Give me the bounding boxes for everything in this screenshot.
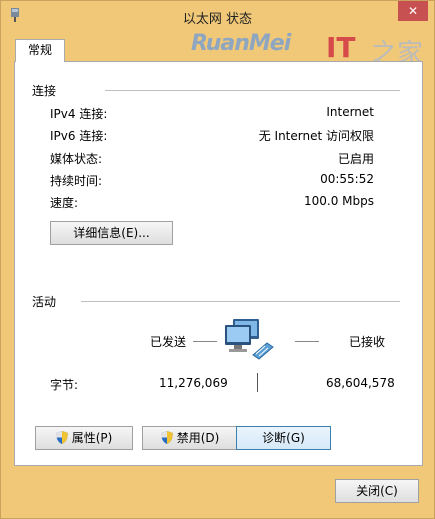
general-panel: 连接 IPv4 连接: Internet IPv6 连接: 无 Internet… <box>14 61 423 466</box>
connection-divider <box>105 90 400 91</box>
received-label: 已接收 <box>349 335 386 349</box>
tab-general[interactable]: 常规 <box>15 39 65 62</box>
media-state-label: 媒体状态: <box>50 152 103 166</box>
ipv6-value: 无 Internet 访问权限 <box>258 129 374 143</box>
uac-shield-icon <box>160 431 173 444</box>
ipv4-label: IPv4 连接: <box>50 107 108 121</box>
ipv4-value: Internet <box>326 105 374 119</box>
diagnose-button[interactable]: 诊断(G) <box>236 426 331 450</box>
details-button[interactable]: 详细信息(E)... <box>50 221 173 245</box>
watermark-it: IT <box>326 31 356 64</box>
title-bar[interactable]: 以太网 状态 ✕ <box>1 1 434 31</box>
connection-heading: 连接 <box>32 84 57 98</box>
sent-dash <box>193 341 217 342</box>
network-computer-icon <box>225 319 274 360</box>
bytes-label: 字节: <box>50 378 79 392</box>
bytes-sent-value: 11,276,069 <box>159 376 228 390</box>
disable-button[interactable]: 禁用(D) <box>142 426 238 450</box>
duration-label: 持续时间: <box>50 174 103 188</box>
properties-button[interactable]: 属性(P) <box>35 426 133 450</box>
close-button[interactable]: 关闭(C) <box>335 479 419 503</box>
bytes-divider <box>257 373 258 392</box>
window-title: 以太网 状态 <box>182 12 253 27</box>
received-dash <box>295 341 319 342</box>
bytes-received-value: 68,604,578 <box>326 376 395 390</box>
activity-divider <box>81 301 400 302</box>
watermark-ruanmei: RuanMei <box>191 31 291 56</box>
activity-heading: 活动 <box>32 295 57 309</box>
duration-value: 00:55:52 <box>320 172 374 186</box>
properties-label: 属性(P) <box>71 431 113 445</box>
disable-label: 禁用(D) <box>176 431 220 445</box>
window-close-button[interactable]: ✕ <box>398 1 428 21</box>
sent-label: 已发送 <box>150 335 187 349</box>
media-state-value: 已启用 <box>337 152 374 166</box>
uac-shield-icon <box>55 431 68 444</box>
status-window: 以太网 状态 ✕ RuanMei 软媒 IT 之家 www.ithome.com… <box>0 0 435 519</box>
speed-value: 100.0 Mbps <box>303 194 374 208</box>
speed-label: 速度: <box>50 196 79 210</box>
ipv6-label: IPv6 连接: <box>50 129 108 143</box>
